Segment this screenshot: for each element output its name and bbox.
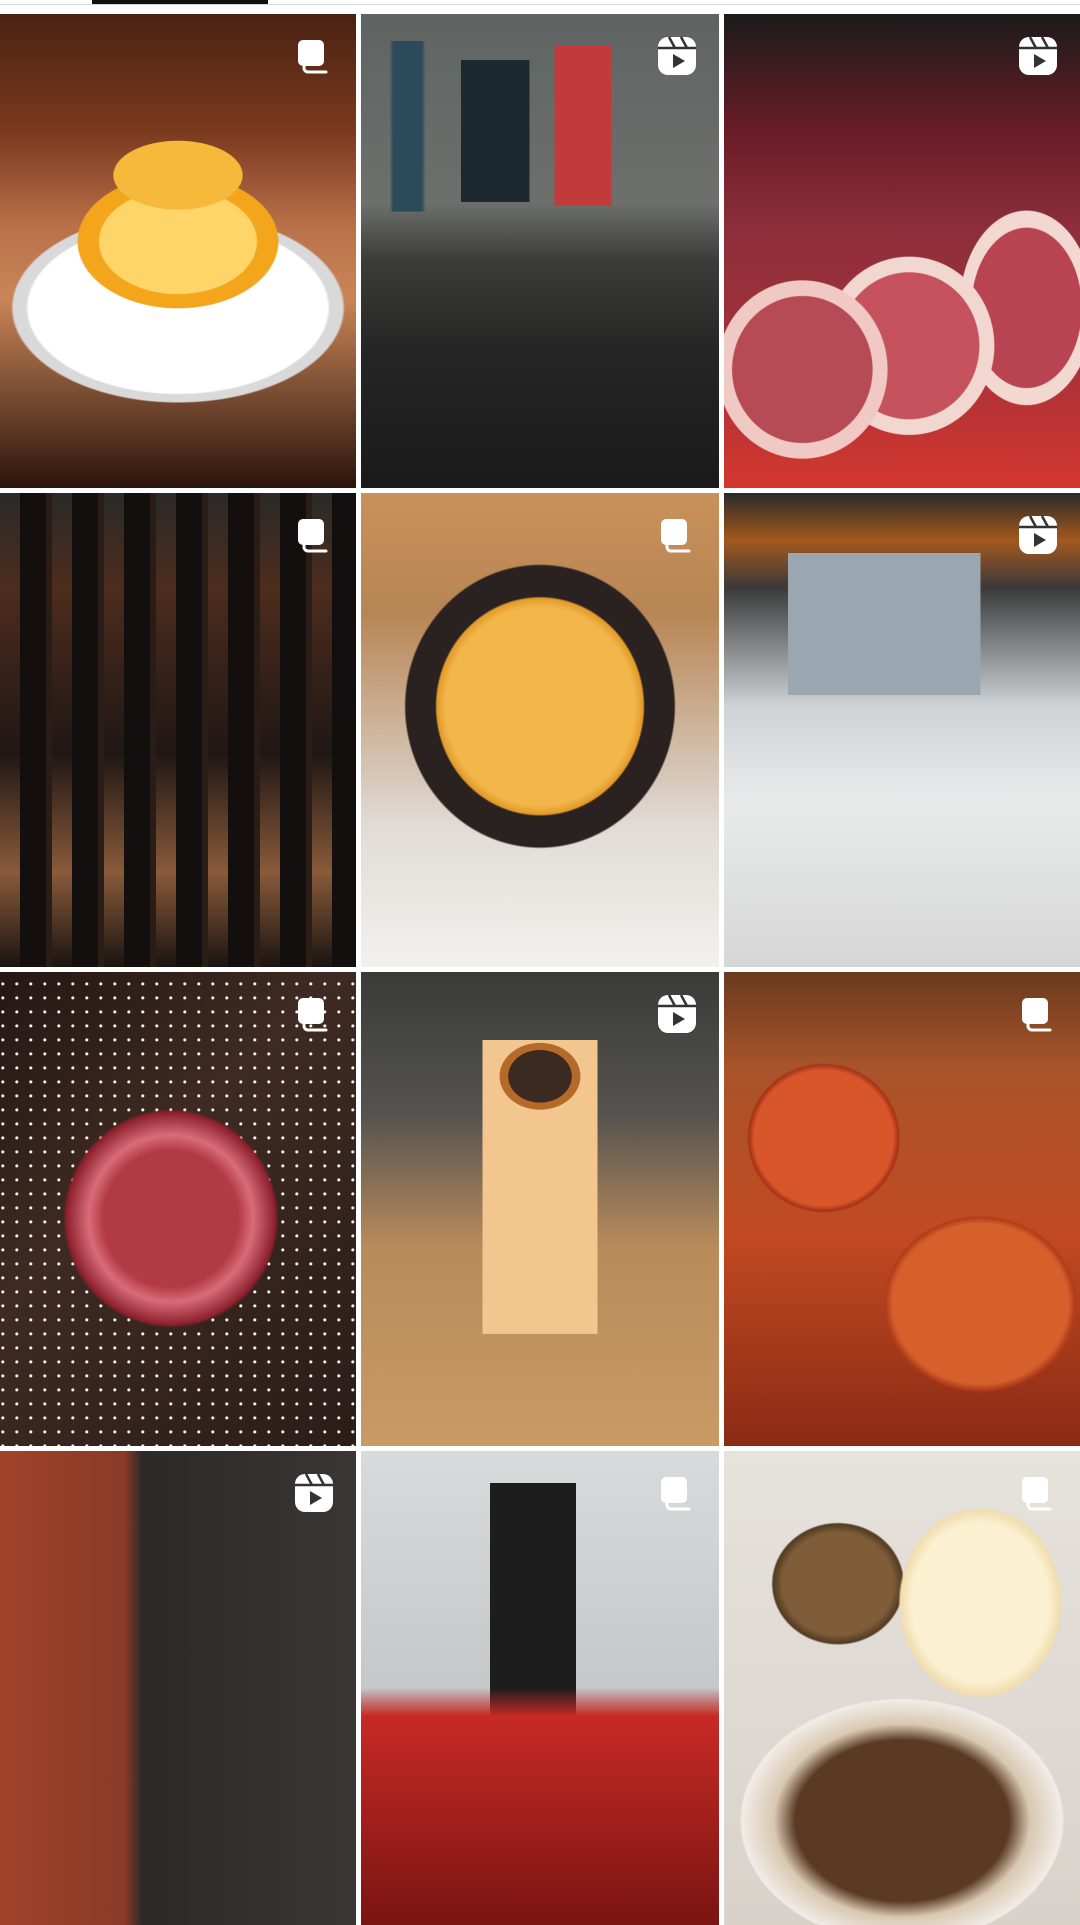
post-image-ribeye-steak (0, 972, 356, 1446)
carousel-icon (292, 992, 336, 1036)
carousel-icon (1016, 1471, 1060, 1515)
carousel-icon (292, 34, 336, 78)
post-image-lasagna (724, 972, 1080, 1446)
reel-icon (1016, 513, 1060, 557)
carousel-icon (655, 513, 699, 557)
reel-icon (1016, 34, 1060, 78)
post-image-cocktail (361, 972, 719, 1446)
post-tile[interactable] (0, 972, 356, 1446)
reel-icon (655, 34, 699, 78)
post-image-neon-sign-chef (361, 1451, 719, 1925)
tab-divider (0, 4, 1080, 5)
post-image-flan (0, 14, 356, 488)
post-image-butcher-shop (724, 493, 1080, 967)
post-tile[interactable] (361, 1451, 719, 1925)
post-tile[interactable] (0, 493, 356, 967)
post-tile[interactable] (724, 972, 1080, 1446)
post-image-wine-shelf (0, 493, 356, 967)
post-tile[interactable] (361, 972, 719, 1446)
post-tile[interactable] (0, 1451, 356, 1925)
post-tile[interactable] (724, 14, 1080, 488)
post-tile[interactable] (361, 14, 719, 488)
profile-tab-bar (0, 0, 1080, 14)
carousel-icon (292, 513, 336, 557)
carousel-icon (1016, 992, 1060, 1036)
post-tile[interactable] (361, 493, 719, 967)
post-grid (0, 14, 1080, 1925)
post-image-raw-meat-cuts (724, 14, 1080, 488)
post-image-dining-room (361, 14, 719, 488)
post-image-baked-cheese (361, 493, 719, 967)
reel-icon (292, 1471, 336, 1515)
post-tile[interactable] (724, 493, 1080, 967)
post-image-patio (0, 1451, 356, 1925)
reel-icon (655, 992, 699, 1036)
post-tile[interactable] (0, 14, 356, 488)
post-image-dessert (724, 1451, 1080, 1925)
post-tile[interactable] (724, 1451, 1080, 1925)
carousel-icon (655, 1471, 699, 1515)
